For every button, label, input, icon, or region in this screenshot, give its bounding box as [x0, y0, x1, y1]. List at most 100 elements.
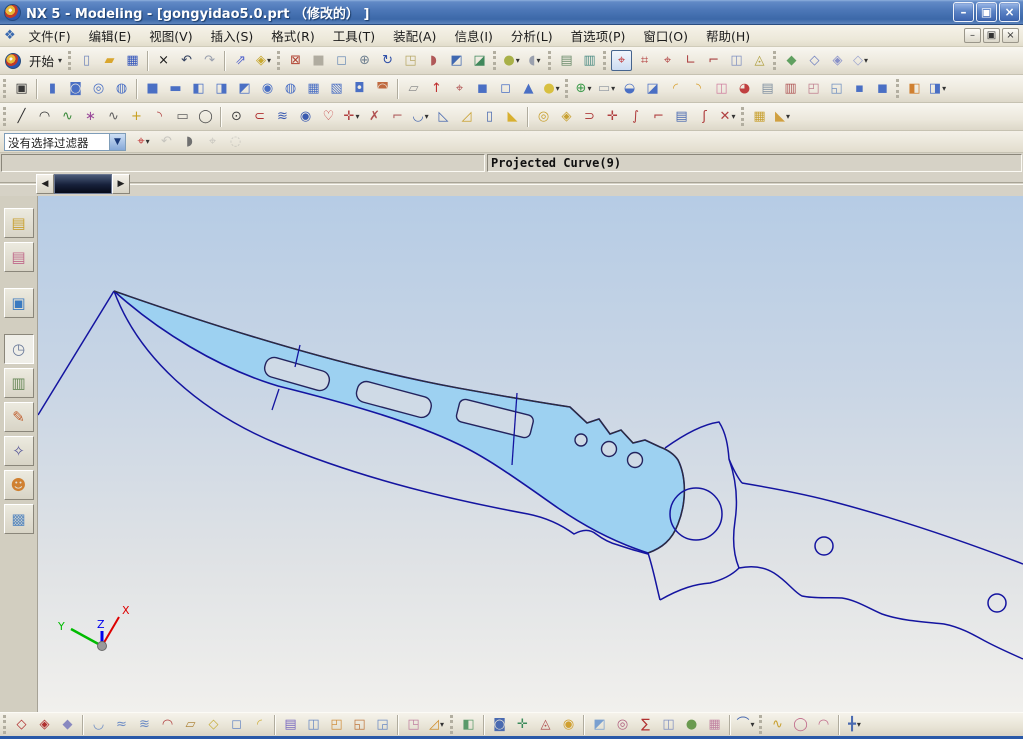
toolbar-grip[interactable] [68, 51, 72, 70]
wcs-display[interactable]: ◬ [749, 50, 770, 71]
start-button[interactable]: 开始 ▾ [1, 50, 66, 71]
offset-surface[interactable]: ▤ [280, 714, 301, 735]
selection-filter-combo[interactable]: 没有选择过滤器 ▼ [4, 132, 126, 151]
wcs-change-yc[interactable]: ⌐ [703, 50, 724, 71]
intersect-curve[interactable]: ⊃ [579, 106, 600, 127]
sphere[interactable]: ● ▾ [541, 78, 562, 99]
snap-point-filter-dropdown[interactable]: ▾ [146, 137, 150, 146]
law-extension[interactable]: ◫ [303, 714, 324, 735]
toolbar-grip[interactable] [548, 51, 552, 70]
point-set-dropdown[interactable]: ▾ [587, 84, 591, 93]
menu-preferences[interactable]: 首选项(P) [562, 24, 635, 47]
deviation-gauge[interactable]: ╋ ▾ [844, 714, 865, 735]
cone[interactable]: ▲ [518, 78, 539, 99]
offset-curve[interactable]: ◺ [433, 106, 454, 127]
snip-surface-dropdown[interactable]: ▾ [440, 720, 444, 729]
thread[interactable]: ▤ [757, 78, 778, 99]
point-set[interactable]: ⊕ ▾ [573, 78, 594, 99]
bridge-surface[interactable]: ◜ [249, 714, 270, 735]
pad[interactable]: ▧ [326, 78, 347, 99]
zoom-area[interactable]: ◻ [331, 50, 352, 71]
fill-surface[interactable]: ◉ [558, 714, 579, 735]
blade-selected-face[interactable] [113, 290, 686, 554]
snap-point-filter[interactable]: ⌖ ▾ [133, 131, 154, 152]
pan-rotate[interactable]: ⇗ [230, 50, 251, 71]
spline[interactable]: ∿ [103, 106, 124, 127]
start-dropdown[interactable]: ▾ [58, 56, 62, 65]
new-file[interactable]: ▯ [76, 50, 97, 71]
plane-dropdown[interactable]: ▾ [611, 84, 615, 93]
point-pattern-dropdown[interactable]: ▾ [355, 112, 359, 121]
trim-and-extend[interactable]: ◲ [372, 714, 393, 735]
save-file[interactable]: ▦ [122, 50, 143, 71]
swept-point-surface[interactable]: ◈ [34, 714, 55, 735]
fit-spline[interactable]: ∿ [767, 714, 788, 735]
x-form[interactable]: ✛ [512, 714, 533, 735]
studio-spline[interactable]: ∿ [57, 106, 78, 127]
line[interactable]: ╱ [11, 106, 32, 127]
angle-dimension[interactable]: ◣ ▾ [772, 106, 793, 127]
toolbar-grip[interactable] [603, 51, 607, 70]
section-feature[interactable]: ◕ [734, 78, 755, 99]
extension-surface[interactable]: ◰ [326, 714, 347, 735]
quilt-surface[interactable]: ◧ [458, 714, 479, 735]
mirror-feature[interactable]: ◰ [803, 78, 824, 99]
extract-curve[interactable]: ∫ [625, 106, 646, 127]
edit-surface[interactable]: ⌒ ▾ [735, 714, 756, 735]
shaded-ball-dropdown[interactable]: ▾ [516, 56, 520, 65]
snip-surface[interactable]: ◿ ▾ [426, 714, 447, 735]
toolbar-grip[interactable] [773, 51, 777, 70]
smooth-pole[interactable]: ◯ [790, 714, 811, 735]
studio-surface[interactable]: ◙ [489, 714, 510, 735]
toolbar-grip[interactable] [450, 715, 453, 734]
delete[interactable]: × [153, 50, 174, 71]
sheet-curve[interactable]: ▤ [671, 106, 692, 127]
toolbar-grip[interactable] [493, 51, 497, 70]
history-palette[interactable]: ◷ [3, 334, 34, 364]
shaded-ball[interactable]: ● ▾ [501, 50, 522, 71]
child-close-button[interactable]: × [1002, 28, 1019, 43]
datum-plane[interactable]: ▱ [403, 78, 424, 99]
menu-assemblies[interactable]: 装配(A) [384, 24, 445, 47]
cylinder[interactable]: ▬ [165, 78, 186, 99]
move-to-layer[interactable]: ▤ [556, 50, 577, 71]
swept-surface[interactable]: ◠ [157, 714, 178, 735]
snap-layer-4[interactable]: ◇ ▾ [850, 50, 871, 71]
boss[interactable]: ◍ [280, 78, 301, 99]
conic[interactable]: ⊂ [249, 106, 270, 127]
user-roles[interactable]: ☻ [3, 470, 34, 500]
angle-dimension-dropdown[interactable]: ▾ [786, 112, 790, 121]
law-curve[interactable]: ʃ [694, 106, 715, 127]
split-body[interactable]: ◼ [472, 78, 493, 99]
sketch[interactable]: ▣ [11, 78, 32, 99]
pattern-face[interactable]: ◱ [826, 78, 847, 99]
section-curve[interactable]: ✛ [602, 106, 623, 127]
dome-surface[interactable]: ◠ [813, 714, 834, 735]
offset-face[interactable]: ▪ [849, 78, 870, 99]
shell[interactable]: ◫ [711, 78, 732, 99]
bounded-plane[interactable]: ◻ [226, 714, 247, 735]
menu-file[interactable]: 文件(F) [20, 24, 80, 47]
roles-palette[interactable]: ✎ [3, 402, 34, 432]
hole[interactable]: ◉ [257, 78, 278, 99]
snap-layer-2[interactable]: ◇ [804, 50, 825, 71]
shaded-analysis[interactable]: ● [681, 714, 702, 735]
through-curve-mesh[interactable]: ≋ [134, 714, 155, 735]
web-browser[interactable]: ▩ [3, 504, 34, 534]
stretch-curve-dropdown[interactable]: ▾ [731, 112, 735, 121]
zoom-in-out[interactable]: ⊕ [354, 50, 375, 71]
menu-tools[interactable]: 工具(T) [324, 24, 384, 47]
highlight-area[interactable]: ■ [308, 50, 329, 71]
body-trim[interactable]: ◚ [372, 78, 393, 99]
toolbar-grip[interactable] [3, 107, 6, 126]
toolbar-grip[interactable] [3, 79, 6, 98]
grid-analysis[interactable]: ▦ [704, 714, 725, 735]
corner-curve[interactable]: ⌐ [648, 106, 669, 127]
flange-surface[interactable]: ◫ [658, 714, 679, 735]
constraint-navigator[interactable]: ▤ [3, 242, 34, 272]
snap-point[interactable]: ⌖ [202, 131, 223, 152]
child-minimize-button[interactable]: – [964, 28, 981, 43]
toolbar-grip[interactable] [565, 79, 568, 98]
project-curve[interactable]: ◎ [533, 106, 554, 127]
snap-layer-3[interactable]: ◈ [827, 50, 848, 71]
